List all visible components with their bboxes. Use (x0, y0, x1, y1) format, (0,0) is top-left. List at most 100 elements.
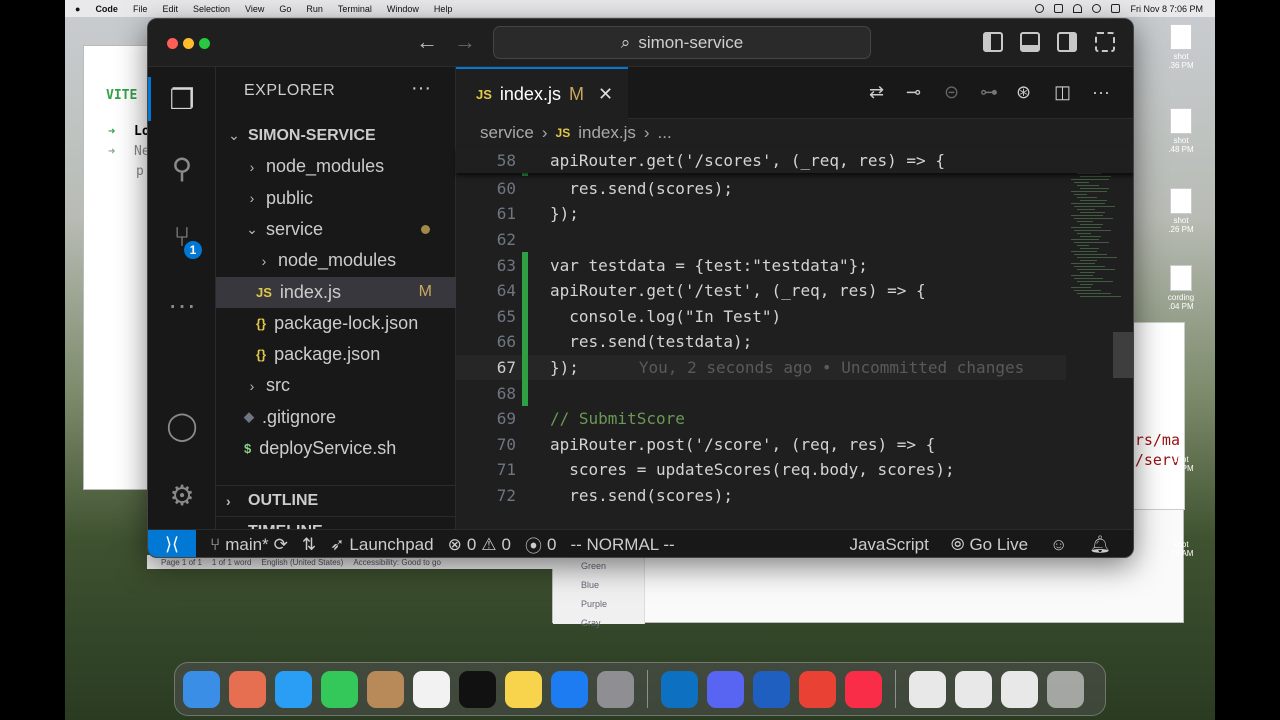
dock-finder-icon[interactable] (183, 670, 220, 708)
close-window-button[interactable] (167, 38, 178, 49)
menu-view[interactable]: View (245, 4, 264, 14)
code-line[interactable]: 68 (456, 380, 1066, 406)
tab-index-js[interactable]: JS index.js M ✕ (456, 67, 628, 119)
dock-word-icon[interactable] (753, 670, 790, 708)
remote-indicator-icon[interactable]: ⟩⟨ (148, 529, 196, 557)
notifications-status[interactable]: 🔔︎ (1089, 535, 1111, 555)
desktop-file[interactable]: shot .36 PM (1150, 24, 1212, 70)
close-tab-icon[interactable]: ✕ (598, 84, 613, 105)
dock-messages-icon[interactable] (321, 670, 358, 708)
dock-launchpad-icon[interactable] (229, 670, 266, 708)
style-item[interactable]: Gray (581, 618, 601, 628)
code-line[interactable]: 69 // SubmitScore (456, 406, 1066, 432)
sticky-scroll-line[interactable]: 58 apiRouter.get('/scores', (_req, res) … (456, 147, 1133, 173)
problems-status[interactable]: ⊗ 0 ⚠ 0 (448, 535, 511, 555)
style-item[interactable]: Blue (581, 580, 599, 590)
desktop-file[interactable]: shot .26 PM (1150, 188, 1212, 234)
dock-system-settings-icon[interactable] (597, 670, 634, 708)
command-center-search[interactable]: ⌕ simon-service (493, 26, 871, 59)
toggle-primary-sidebar-icon[interactable] (983, 32, 1003, 52)
code-line[interactable]: 63 var testdata = {test:"testdata"}; (456, 252, 1066, 278)
launchpad-status[interactable]: ➶ Launchpad (330, 535, 433, 555)
manage-gear-icon[interactable]: ⚙ (164, 477, 200, 513)
menubar-clock[interactable]: Fri Nov 8 7:06 PM (1130, 4, 1203, 14)
desktop-file[interactable]: shot .48 PM (1150, 108, 1212, 154)
breadcrumb-folder[interactable]: service (480, 123, 534, 143)
open-changes-icon[interactable]: ⇄ (869, 82, 884, 103)
menu-go[interactable]: Go (279, 4, 291, 14)
ports-status[interactable]: ⦿ 0 (525, 532, 556, 557)
menu-selection[interactable]: Selection (193, 4, 230, 14)
breadcrumb-file[interactable]: index.js (578, 123, 636, 143)
dock-contacts-icon[interactable] (367, 670, 404, 708)
more-actions-icon[interactable]: ··· (1092, 82, 1110, 103)
tree-item[interactable]: ◆ .gitignore (216, 402, 456, 433)
tree-item[interactable]: ⌄ service (216, 214, 456, 245)
menu-file[interactable]: File (133, 4, 148, 14)
code-line[interactable]: 62 (456, 227, 1066, 253)
go-live-status[interactable]: ⦾ Go Live (951, 535, 1028, 555)
menu-terminal[interactable]: Terminal (338, 4, 372, 14)
style-item[interactable]: Purple (581, 599, 607, 609)
code-line[interactable]: 64 apiRouter.get('/test', (_req, res) => … (456, 278, 1066, 304)
desktop-file[interactable]: shot .28 AM (1150, 540, 1212, 558)
explorer-files-icon[interactable]: ❐ (164, 81, 200, 117)
tree-item[interactable]: › src (216, 370, 456, 401)
tree-item[interactable]: ⌄ SIMON-SERVICE (216, 120, 456, 151)
outline-section[interactable]: › OUTLINE (216, 485, 456, 516)
record-icon[interactable] (1035, 4, 1045, 13)
tree-item[interactable]: JS index.js M (216, 276, 456, 308)
zoom-window-button[interactable] (199, 38, 210, 49)
next-change-icon[interactable]: ⊶ (980, 82, 998, 103)
accounts-icon[interactable]: ◯ (164, 407, 200, 443)
breadcrumb-symbol[interactable]: ... (658, 123, 672, 143)
dock-document-thumb-icon[interactable] (909, 670, 946, 708)
tree-item[interactable]: › node_modules (216, 151, 456, 182)
toggle-panel-icon[interactable] (1020, 32, 1040, 52)
minimize-window-button[interactable] (183, 38, 194, 49)
dock-vs-code-icon[interactable] (661, 670, 698, 708)
tree-item[interactable]: › node_modules (216, 245, 456, 276)
wifi-icon[interactable] (1073, 4, 1083, 13)
search-icon[interactable]: ⚲ (164, 150, 200, 186)
dock-window-thumb-icon[interactable] (955, 670, 992, 708)
dock-reminders-icon[interactable] (413, 670, 450, 708)
code-line[interactable]: 66 res.send(testdata); (456, 329, 1066, 355)
previous-change-icon[interactable]: ⊸ (906, 82, 921, 103)
minimap[interactable] (1065, 147, 1133, 529)
dock-terminal-icon[interactable] (459, 670, 496, 708)
code-editor[interactable]: 58 apiRouter.get('/scores', (_req, res) … (456, 147, 1133, 529)
more-views-icon[interactable]: ··· (164, 287, 200, 323)
code-line[interactable]: 72 res.send(scores); (456, 483, 1066, 509)
dock-chrome-icon[interactable] (799, 670, 836, 708)
dock-trash-icon[interactable] (1047, 670, 1084, 708)
customize-layout-icon[interactable] (1095, 32, 1115, 52)
copilot-status[interactable]: ☺ (1050, 535, 1067, 555)
forward-arrow-icon[interactable]: → (454, 29, 476, 55)
control-center-icon[interactable] (1111, 4, 1121, 13)
dock-screenshot-thumb-icon[interactable] (1001, 670, 1038, 708)
dock-notes-icon[interactable] (505, 670, 542, 708)
code-line[interactable]: 67}); You, 2 seconds ago • Uncommitted ch… (456, 354, 1066, 381)
minimap-slider[interactable] (1113, 332, 1133, 378)
code-line[interactable]: 70 apiRouter.post('/score', (req, res) =>… (456, 432, 1066, 458)
code-line[interactable]: 60 res.send(scores); (456, 176, 1066, 202)
code-line[interactable]: 65 console.log("In Test") (456, 303, 1066, 330)
dock-discord-icon[interactable] (707, 670, 744, 708)
back-arrow-icon[interactable]: ← (416, 29, 438, 55)
menu-edit[interactable]: Edit (162, 4, 178, 14)
style-item[interactable]: Green (581, 561, 606, 571)
tree-item[interactable]: › public (216, 183, 456, 214)
menu-help[interactable]: Help (434, 4, 453, 14)
dock-safari-icon[interactable] (275, 670, 312, 708)
menu-app-name[interactable]: Code (95, 4, 118, 14)
more-actions-icon[interactable]: ··· (411, 77, 431, 100)
menu-window[interactable]: Window (387, 4, 419, 14)
commit-icon[interactable]: ⊝ (944, 82, 959, 103)
git-graph-icon[interactable]: ⊛ (1016, 82, 1031, 103)
tree-item[interactable]: {} package.json (216, 339, 456, 370)
code-line[interactable]: 61}); (456, 201, 1066, 227)
dock-app-store-icon[interactable] (551, 670, 588, 708)
search-icon[interactable] (1092, 4, 1102, 13)
split-editor-icon[interactable]: ◫ (1054, 82, 1071, 103)
